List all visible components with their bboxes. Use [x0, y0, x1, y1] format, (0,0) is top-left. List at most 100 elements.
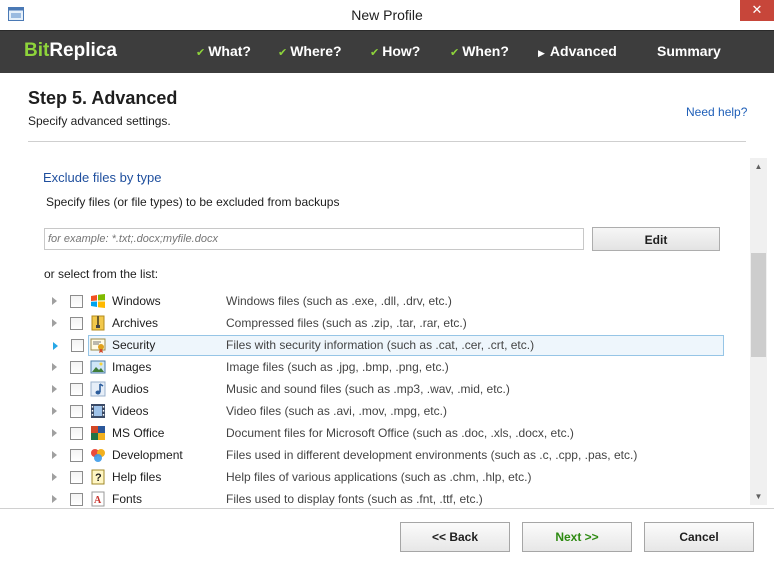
- item-details: Files with security information (such as…: [226, 338, 535, 352]
- list-item-videos[interactable]: Videos Video files (such as .avi, .mov, …: [44, 401, 724, 422]
- expand-arrow-icon[interactable]: [52, 363, 57, 371]
- window-title: New Profile: [351, 7, 423, 23]
- development-checkbox[interactable]: [70, 449, 83, 462]
- certificate-icon: [90, 338, 106, 353]
- scrollbar-thumb[interactable]: [751, 253, 766, 357]
- brand-prefix: Bit: [24, 40, 50, 61]
- list-item-fonts[interactable]: A Fonts Files used to display fonts (suc…: [44, 489, 724, 509]
- archives-checkbox[interactable]: [70, 317, 83, 330]
- list-item-security[interactable]: Security Files with security information…: [53, 335, 724, 356]
- expand-arrow-icon[interactable]: [52, 429, 57, 437]
- videos-checkbox[interactable]: [70, 405, 83, 418]
- film-icon: [91, 404, 105, 418]
- audios-checkbox[interactable]: [70, 383, 83, 396]
- item-name: MS Office: [112, 426, 165, 440]
- list-item-development[interactable]: Development Files used in different deve…: [44, 445, 724, 466]
- page-subtitle: Specify advanced settings.: [28, 114, 171, 128]
- images-checkbox[interactable]: [70, 361, 83, 374]
- step-label: Summary: [657, 43, 721, 59]
- svg-text:?: ?: [95, 472, 102, 484]
- item-details: Document files for Microsoft Office (suc…: [226, 426, 574, 440]
- item-name: Fonts: [112, 492, 143, 506]
- item-details: Image files (such as .jpg, .bmp, .png, e…: [226, 360, 449, 374]
- windows-logo-icon: [91, 294, 105, 308]
- step-label: What?: [208, 43, 251, 59]
- archive-icon: [91, 315, 105, 331]
- step-how[interactable]: ✔ How?: [370, 43, 420, 59]
- next-button[interactable]: Next >>: [522, 522, 632, 552]
- edit-button[interactable]: Edit: [592, 227, 720, 251]
- check-icon: ✔: [370, 47, 380, 59]
- expand-arrow-icon[interactable]: [52, 407, 57, 415]
- office-icon: [91, 426, 105, 440]
- expand-arrow-icon[interactable]: [52, 451, 57, 459]
- item-details: Compressed files (such as .zip, .tar, .r…: [226, 316, 467, 330]
- item-name: Development: [112, 448, 183, 462]
- svg-text:A: A: [94, 495, 102, 506]
- brand-logo: BitReplica: [24, 40, 117, 62]
- music-note-icon: [90, 381, 106, 397]
- expand-arrow-icon[interactable]: [52, 297, 57, 305]
- cancel-button[interactable]: Cancel: [644, 522, 754, 552]
- item-name: Windows: [112, 294, 161, 308]
- ms-office-checkbox[interactable]: [70, 427, 83, 440]
- image-icon: [90, 360, 106, 374]
- expand-arrow-icon[interactable]: [53, 342, 58, 350]
- help-files-checkbox[interactable]: [70, 471, 83, 484]
- back-button[interactable]: << Back: [400, 522, 510, 552]
- exclude-pattern-input[interactable]: [44, 228, 584, 250]
- security-checkbox[interactable]: [71, 339, 84, 352]
- check-icon: ✔: [196, 47, 206, 59]
- list-item-ms-office[interactable]: MS Office Document files for Microsoft O…: [44, 423, 724, 444]
- step-label: Where?: [290, 43, 342, 59]
- exclude-section-title: Exclude files by type: [43, 170, 162, 185]
- close-window-button[interactable]: ✕: [740, 0, 774, 21]
- scroll-down-arrow-icon[interactable]: ▼: [750, 488, 767, 505]
- step-when[interactable]: ✔ When?: [450, 43, 509, 59]
- step-label: When?: [462, 43, 509, 59]
- fonts-checkbox[interactable]: [70, 493, 83, 506]
- item-name: Images: [112, 360, 152, 374]
- item-name: Security: [112, 338, 156, 352]
- font-icon: A: [91, 491, 105, 507]
- check-icon: ✔: [450, 47, 460, 59]
- check-icon: ✔: [278, 47, 288, 59]
- list-item-help-files[interactable]: ? Help files Help files of various appli…: [44, 467, 724, 488]
- profile-wizard-window: New Profile ✕ BitReplica ✔ What? ✔ Where? …: [0, 0, 774, 576]
- expand-arrow-icon[interactable]: [52, 473, 57, 481]
- wizard-steps-bar: BitReplica ✔ What? ✔ Where? ✔ How? ✔ When? ▶…: [0, 30, 774, 73]
- scroll-up-arrow-icon[interactable]: ▲: [750, 158, 767, 175]
- file-type-list: Windows Windows files (such as .exe, .dl…: [44, 290, 726, 509]
- list-item-audios[interactable]: Audios Music and sound files (such as .m…: [44, 379, 724, 400]
- step-what[interactable]: ✔ What?: [196, 43, 251, 59]
- footer-divider: [0, 508, 774, 509]
- development-icon: [91, 449, 105, 462]
- file-type-list-label: or select from the list:: [44, 267, 159, 281]
- expand-arrow-icon[interactable]: [52, 495, 57, 503]
- list-item-images[interactable]: Images Image files (such as .jpg, .bmp, …: [44, 357, 724, 378]
- list-item-archives[interactable]: Archives Compressed files (such as .zip,…: [44, 313, 724, 334]
- page-title: Step 5. Advanced: [28, 88, 178, 108]
- expand-arrow-icon[interactable]: [52, 385, 57, 393]
- step-summary[interactable]: Summary: [657, 43, 721, 59]
- help-file-icon: ?: [91, 469, 105, 485]
- step-where[interactable]: ✔ Where?: [278, 43, 342, 59]
- step-advanced[interactable]: ▶ Advanced: [538, 43, 617, 59]
- exclude-description: Specify files (or file types) to be excl…: [46, 195, 340, 209]
- expand-arrow-icon[interactable]: [52, 319, 57, 327]
- header-divider: [28, 141, 746, 142]
- item-details: Video files (such as .avi, .mov, .mpg, e…: [226, 404, 447, 418]
- vertical-scrollbar[interactable]: ▲ ▼: [750, 158, 767, 505]
- item-details: Windows files (such as .exe, .dll, .drv,…: [226, 294, 452, 308]
- item-name: Help files: [112, 470, 162, 484]
- item-details: Files used in different development envi…: [226, 448, 638, 462]
- title-bar: New Profile ✕: [0, 0, 774, 30]
- list-item-windows[interactable]: Windows Windows files (such as .exe, .dl…: [44, 291, 724, 312]
- item-name: Audios: [112, 382, 149, 396]
- windows-checkbox[interactable]: [70, 295, 83, 308]
- item-details: Files used to display fonts (such as .fn…: [226, 492, 483, 506]
- item-details: Music and sound files (such as .mp3, .wa…: [226, 382, 510, 396]
- need-help-link[interactable]: Need help?: [686, 105, 747, 119]
- item-name: Archives: [112, 316, 159, 330]
- current-step-arrow-icon: ▶: [538, 48, 545, 58]
